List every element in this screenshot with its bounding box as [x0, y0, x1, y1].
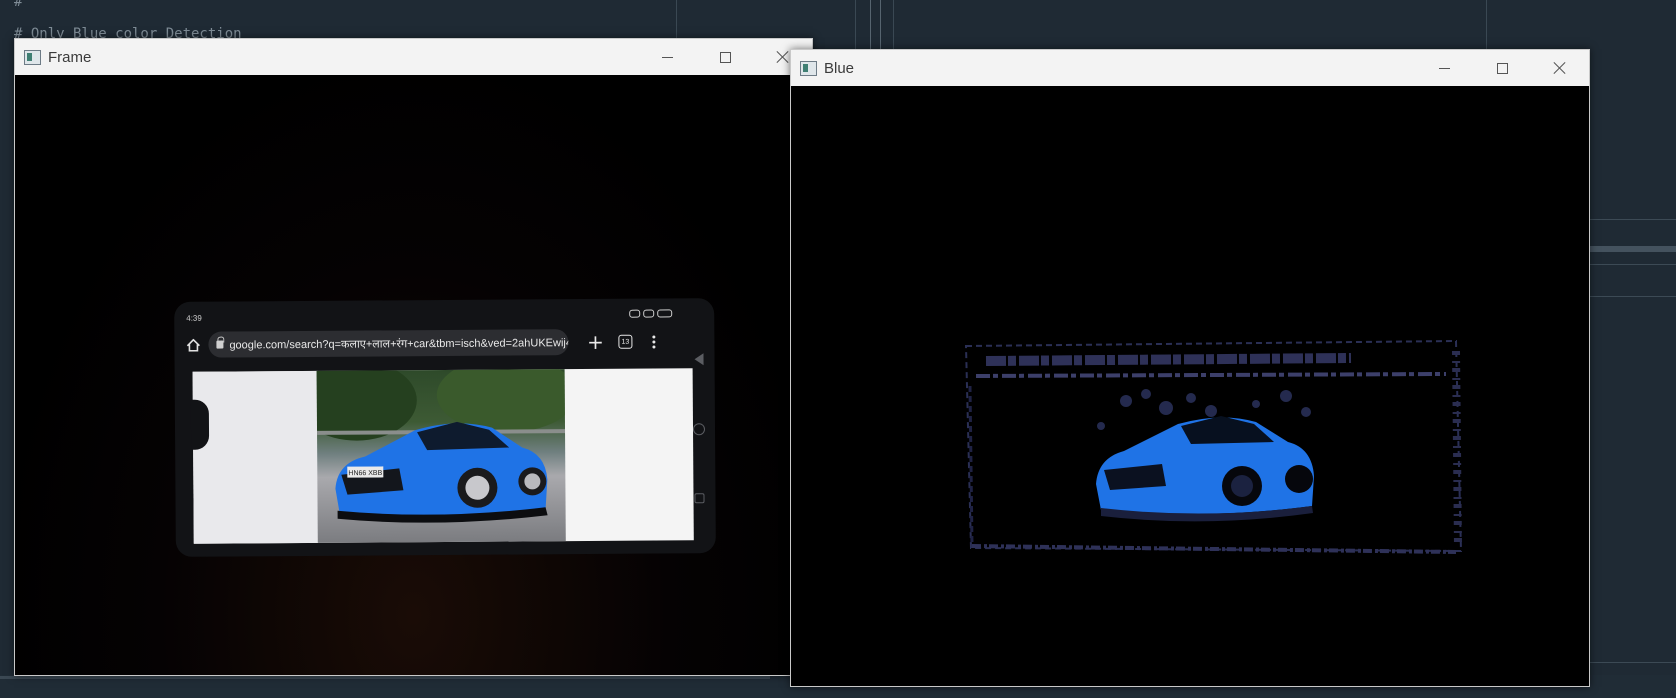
browser-url-bar: google.com/search?q=कलाए+लाल+रंग+car&tbm…	[208, 329, 569, 358]
lock-icon	[216, 340, 224, 349]
maximize-icon	[719, 51, 731, 63]
home-circle-icon	[692, 423, 706, 436]
phone-system-icons	[629, 309, 673, 318]
maximize-icon	[1496, 62, 1508, 74]
panel-divider	[1588, 662, 1676, 663]
minimize-icon	[1438, 67, 1450, 69]
panel-scrollbar[interactable]	[1588, 246, 1676, 252]
page-panel	[192, 370, 319, 544]
image-viewer: HN66 XBB	[190, 368, 694, 544]
maximize-button[interactable]	[696, 39, 754, 75]
close-button[interactable]	[1531, 50, 1589, 86]
app-window-icon	[24, 49, 41, 65]
panel-divider	[1588, 219, 1676, 220]
window-title: Frame	[48, 48, 92, 66]
window-title: Blue	[824, 59, 855, 77]
blue-titlebar[interactable]: Blue	[791, 50, 1589, 86]
kebab-menu-icon	[640, 328, 666, 354]
camera-frame-view: 4:39 google.com/search?q=कलाए+लाल+रंग+ca…	[15, 75, 812, 675]
page-tab	[190, 399, 210, 450]
phone-status-bar: 4:39	[186, 306, 702, 326]
car-photo: HN66 XBB	[316, 369, 566, 543]
back-icon	[693, 353, 704, 366]
frame-titlebar[interactable]: Frame	[15, 39, 812, 75]
blue-window[interactable]: Blue	[790, 49, 1590, 687]
minimize-button[interactable]	[1415, 50, 1473, 86]
close-icon	[1553, 61, 1567, 75]
tabs-switcher-icon: 13	[610, 329, 640, 355]
home-icon	[182, 334, 204, 356]
editor-hash-line: #	[14, 0, 23, 10]
maximize-button[interactable]	[1473, 50, 1531, 86]
phone-time: 4:39	[186, 313, 202, 323]
browser-toolbar: google.com/search?q=कलाए+लाल+रंग+car&tbm…	[182, 326, 682, 359]
minimize-button[interactable]	[638, 39, 696, 75]
phone-in-frame: 4:39 google.com/search?q=कलाए+लाल+रंग+ca…	[174, 298, 716, 557]
plus-icon: +	[586, 329, 604, 355]
panel-divider	[1588, 296, 1676, 297]
frame-window[interactable]: Frame 4:39 google.com/search?q=कलाए+लाल+…	[14, 38, 813, 676]
browser-url-text: google.com/search?q=कलाए+लाल+रंग+car&tbm…	[229, 336, 569, 352]
blue-mask-view	[791, 86, 1589, 686]
blue-mask-output	[964, 339, 1463, 554]
car-illustration: HN66 XBB	[316, 369, 566, 523]
minimize-icon	[661, 56, 673, 58]
recents-icon	[694, 493, 705, 504]
panel-divider	[1588, 264, 1676, 265]
app-window-icon	[800, 60, 817, 76]
side-panel	[1588, 0, 1676, 698]
close-icon	[776, 50, 790, 64]
horizontal-scrollbar[interactable]	[0, 676, 770, 679]
battery-icon	[657, 309, 673, 318]
eye-icon	[629, 309, 641, 318]
shield-icon	[643, 309, 655, 318]
license-plate: HN66 XBB	[348, 470, 382, 477]
tab-count: 13	[618, 334, 633, 349]
